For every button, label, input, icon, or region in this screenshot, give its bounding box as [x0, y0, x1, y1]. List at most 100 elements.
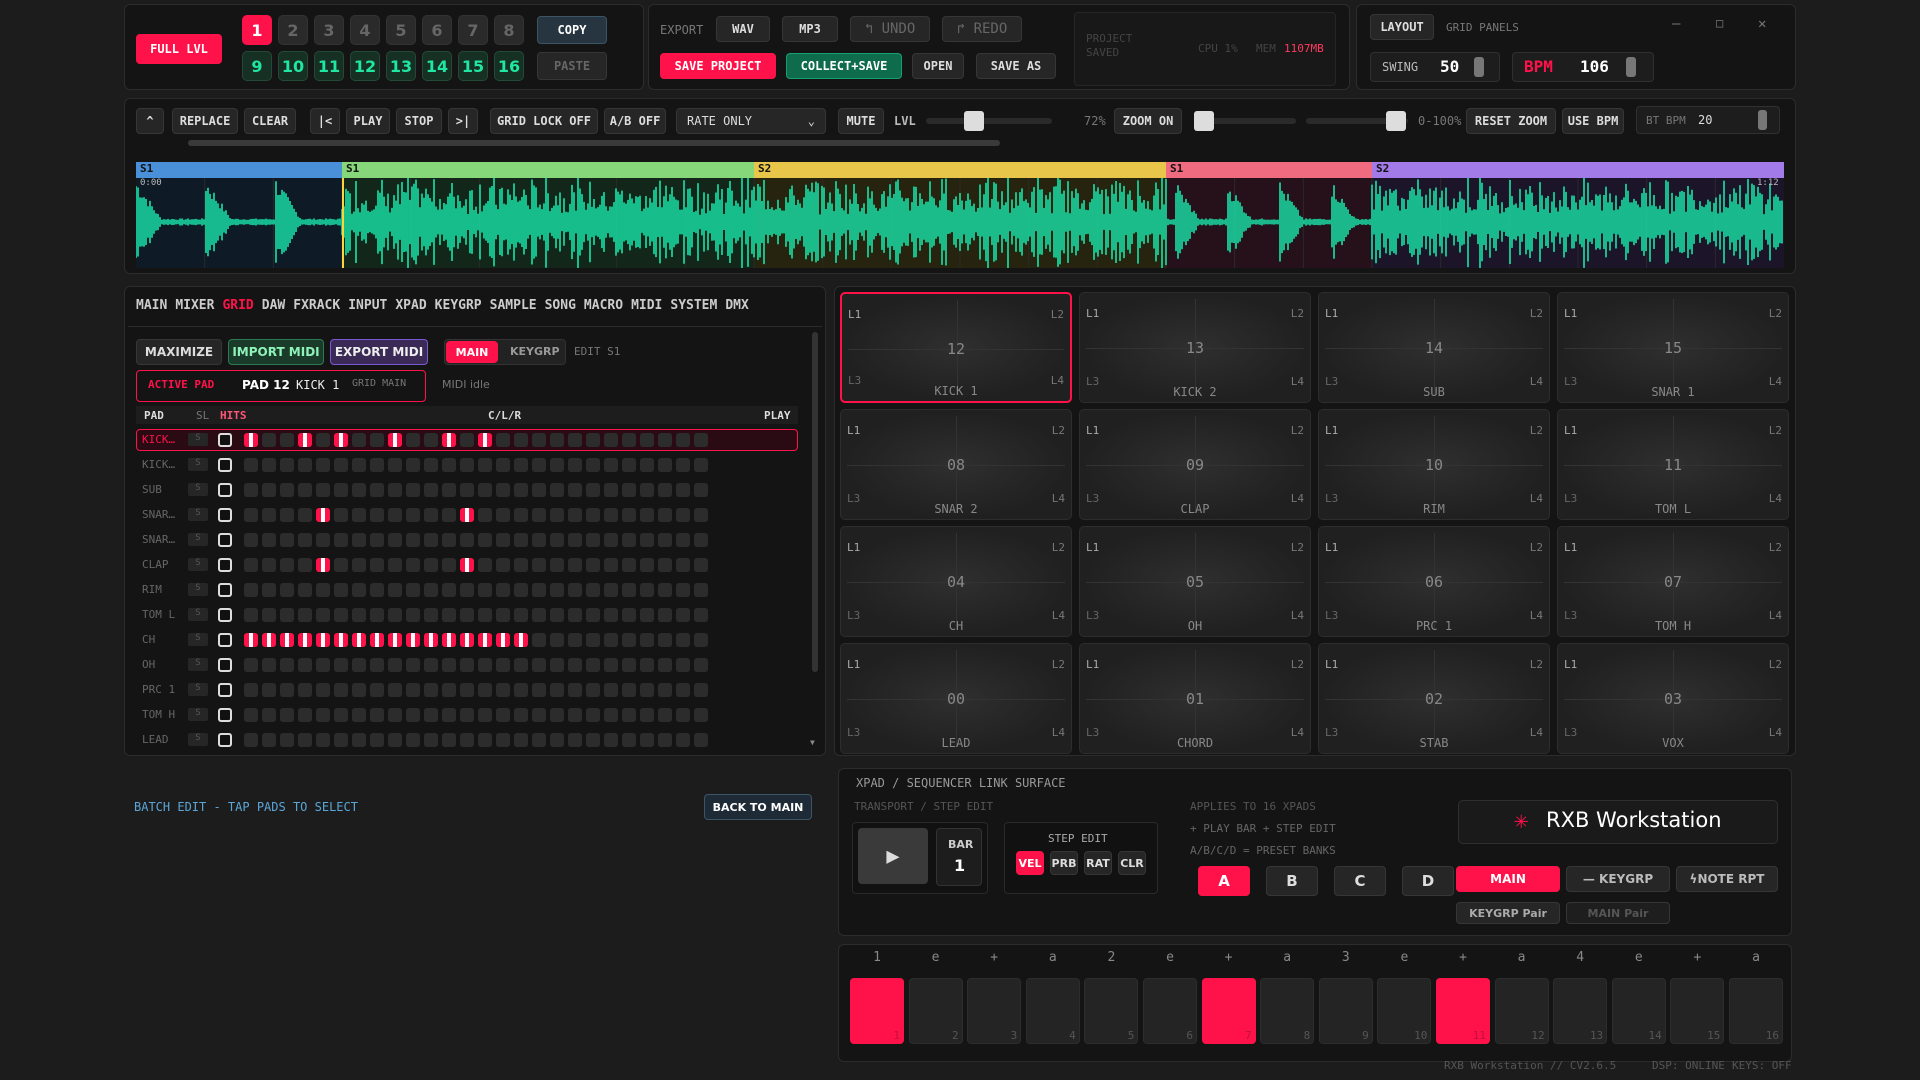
step-cell[interactable] — [280, 458, 294, 472]
step-cell[interactable] — [478, 583, 492, 597]
step-cell[interactable] — [694, 633, 708, 647]
import-midi-button[interactable]: IMPORT MIDI — [228, 339, 324, 365]
step-cell[interactable] — [460, 708, 474, 722]
scene-button-9[interactable]: 9 — [242, 51, 272, 81]
step-cell[interactable] — [262, 733, 276, 747]
clr-button[interactable]: CLR — [1118, 851, 1146, 875]
step-cell[interactable] — [388, 658, 402, 672]
step-cell[interactable] — [532, 508, 546, 522]
minimize-icon[interactable]: – — [1672, 16, 1680, 32]
step-cell[interactable] — [316, 733, 330, 747]
step-cell[interactable] — [604, 533, 618, 547]
step-cell[interactable] — [334, 708, 348, 722]
step-cell[interactable] — [388, 608, 402, 622]
step-cell[interactable] — [604, 608, 618, 622]
step-cell[interactable] — [640, 558, 654, 572]
step-cell[interactable] — [352, 483, 366, 497]
step-cell[interactable] — [514, 658, 528, 672]
step-cell[interactable] — [676, 683, 690, 697]
step-cell[interactable] — [640, 658, 654, 672]
step-cell[interactable] — [334, 658, 348, 672]
vel-button[interactable]: VEL — [1016, 851, 1044, 875]
step-cell[interactable] — [694, 683, 708, 697]
tab-system[interactable]: SYSTEM — [670, 298, 717, 318]
step-cell[interactable] — [352, 658, 366, 672]
step-cell[interactable] — [442, 558, 456, 572]
step-cell[interactable] — [424, 433, 438, 447]
step-cell[interactable] — [532, 658, 546, 672]
step-cell[interactable] — [388, 483, 402, 497]
step-cell[interactable] — [478, 633, 492, 647]
tab-sample[interactable]: SAMPLE — [490, 298, 537, 318]
step-cell[interactable] — [640, 708, 654, 722]
row-solo-button[interactable]: S — [188, 483, 208, 496]
step-button-1[interactable]: 1 — [850, 978, 904, 1044]
step-cell[interactable] — [298, 458, 312, 472]
step-cell[interactable] — [370, 708, 384, 722]
tab-keygrp[interactable]: KEYGRP — [435, 298, 482, 318]
row-select-checkbox[interactable] — [218, 558, 232, 572]
step-cell[interactable] — [298, 683, 312, 697]
step-cell[interactable] — [352, 433, 366, 447]
step-cell[interactable] — [622, 683, 636, 697]
step-cell[interactable] — [406, 433, 420, 447]
step-cell[interactable] — [658, 508, 672, 522]
step-cell[interactable] — [514, 708, 528, 722]
step-cell[interactable] — [622, 458, 636, 472]
step-cell[interactable] — [370, 583, 384, 597]
step-cell[interactable] — [244, 733, 258, 747]
step-cell[interactable] — [442, 733, 456, 747]
reset-zoom-button[interactable]: RESET ZOOM — [1466, 108, 1556, 134]
scene-button-3[interactable]: 3 — [314, 15, 344, 45]
step-cell[interactable] — [586, 583, 600, 597]
step-cell[interactable] — [406, 683, 420, 697]
step-cell[interactable] — [676, 458, 690, 472]
step-cell[interactable] — [586, 458, 600, 472]
step-cell[interactable] — [352, 683, 366, 697]
step-cell[interactable] — [496, 483, 510, 497]
step-button-6[interactable]: 6 — [1143, 978, 1197, 1044]
wav-button[interactable]: WAV — [716, 16, 770, 42]
step-cell[interactable] — [658, 583, 672, 597]
drum-pad-15[interactable]: L1 L2 L3 L4 15 SNAR 1 — [1557, 292, 1789, 403]
step-cell[interactable] — [550, 483, 564, 497]
scroll-down-icon[interactable]: ▼ — [810, 738, 815, 747]
step-cell[interactable] — [352, 733, 366, 747]
ab-button[interactable]: A/B OFF — [604, 108, 666, 134]
row-select-checkbox[interactable] — [218, 458, 232, 472]
step-cell[interactable] — [604, 558, 618, 572]
step-cell[interactable] — [694, 483, 708, 497]
step-cell[interactable] — [334, 558, 348, 572]
step-cell[interactable] — [460, 633, 474, 647]
step-cell[interactable] — [280, 608, 294, 622]
scene-button-8[interactable]: 8 — [494, 15, 524, 45]
drum-pad-13[interactable]: L1 L2 L3 L4 13 KICK 2 — [1079, 292, 1311, 403]
step-cell[interactable] — [694, 558, 708, 572]
step-cell[interactable] — [604, 733, 618, 747]
scene-button-14[interactable]: 14 — [422, 51, 452, 81]
step-button-15[interactable]: 15 — [1670, 978, 1725, 1044]
mp3-button[interactable]: MP3 — [782, 16, 838, 42]
step-cell[interactable] — [532, 458, 546, 472]
step-cell[interactable] — [370, 458, 384, 472]
scene-button-4[interactable]: 4 — [350, 15, 380, 45]
step-cell[interactable] — [244, 458, 258, 472]
step-cell[interactable] — [694, 458, 708, 472]
step-cell[interactable] — [370, 558, 384, 572]
step-cell[interactable] — [478, 533, 492, 547]
step-cell[interactable] — [424, 558, 438, 572]
collect-save-button[interactable]: COLLECT+SAVE — [786, 53, 902, 79]
step-cell[interactable] — [262, 508, 276, 522]
step-cell[interactable] — [514, 433, 528, 447]
keygrp-pair-button[interactable]: KEYGRP Pair — [1456, 902, 1560, 924]
step-cell[interactable] — [262, 708, 276, 722]
row-solo-button[interactable]: S — [188, 583, 208, 596]
step-cell[interactable] — [514, 608, 528, 622]
step-cell[interactable] — [550, 658, 564, 672]
step-cell[interactable] — [532, 483, 546, 497]
step-cell[interactable] — [532, 533, 546, 547]
step-cell[interactable] — [478, 683, 492, 697]
step-cell[interactable] — [604, 658, 618, 672]
step-cell[interactable] — [244, 433, 258, 447]
xpad-main-button[interactable]: MAIN — [1456, 866, 1560, 892]
